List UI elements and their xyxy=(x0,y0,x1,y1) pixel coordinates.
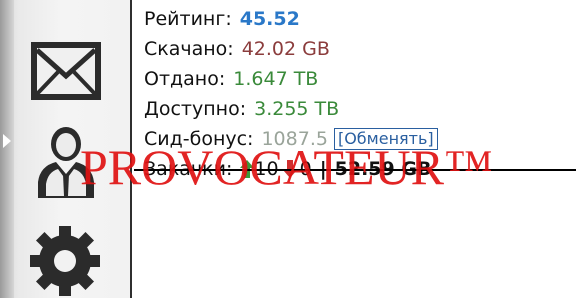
available-label: Доступно: xyxy=(144,98,247,120)
watermark: PROVOCATEUR™ xyxy=(80,139,493,195)
chevron-right-icon[interactable] xyxy=(3,134,11,148)
uploaded-row: Отдано: 1.647 TB xyxy=(144,64,576,94)
uploaded-value: 1.647 TB xyxy=(233,68,319,90)
sidebar-collapse-strip[interactable] xyxy=(0,0,14,298)
available-row: Доступно: 3.255 TB xyxy=(144,94,576,124)
downloaded-label: Скачано: xyxy=(144,38,234,60)
downloaded-value: 42.02 GB xyxy=(241,38,330,60)
available-value: 3.255 TB xyxy=(254,98,340,120)
gear-icon[interactable] xyxy=(28,224,102,298)
downloaded-row: Скачано: 42.02 GB xyxy=(144,34,576,64)
uploaded-label: Отдано: xyxy=(144,68,226,90)
rating-value: 45.52 xyxy=(239,8,300,30)
mail-icon[interactable] xyxy=(28,36,104,106)
rating-label: Рейтинг: xyxy=(144,8,232,30)
rating-row: Рейтинг: 45.52 xyxy=(144,4,576,34)
